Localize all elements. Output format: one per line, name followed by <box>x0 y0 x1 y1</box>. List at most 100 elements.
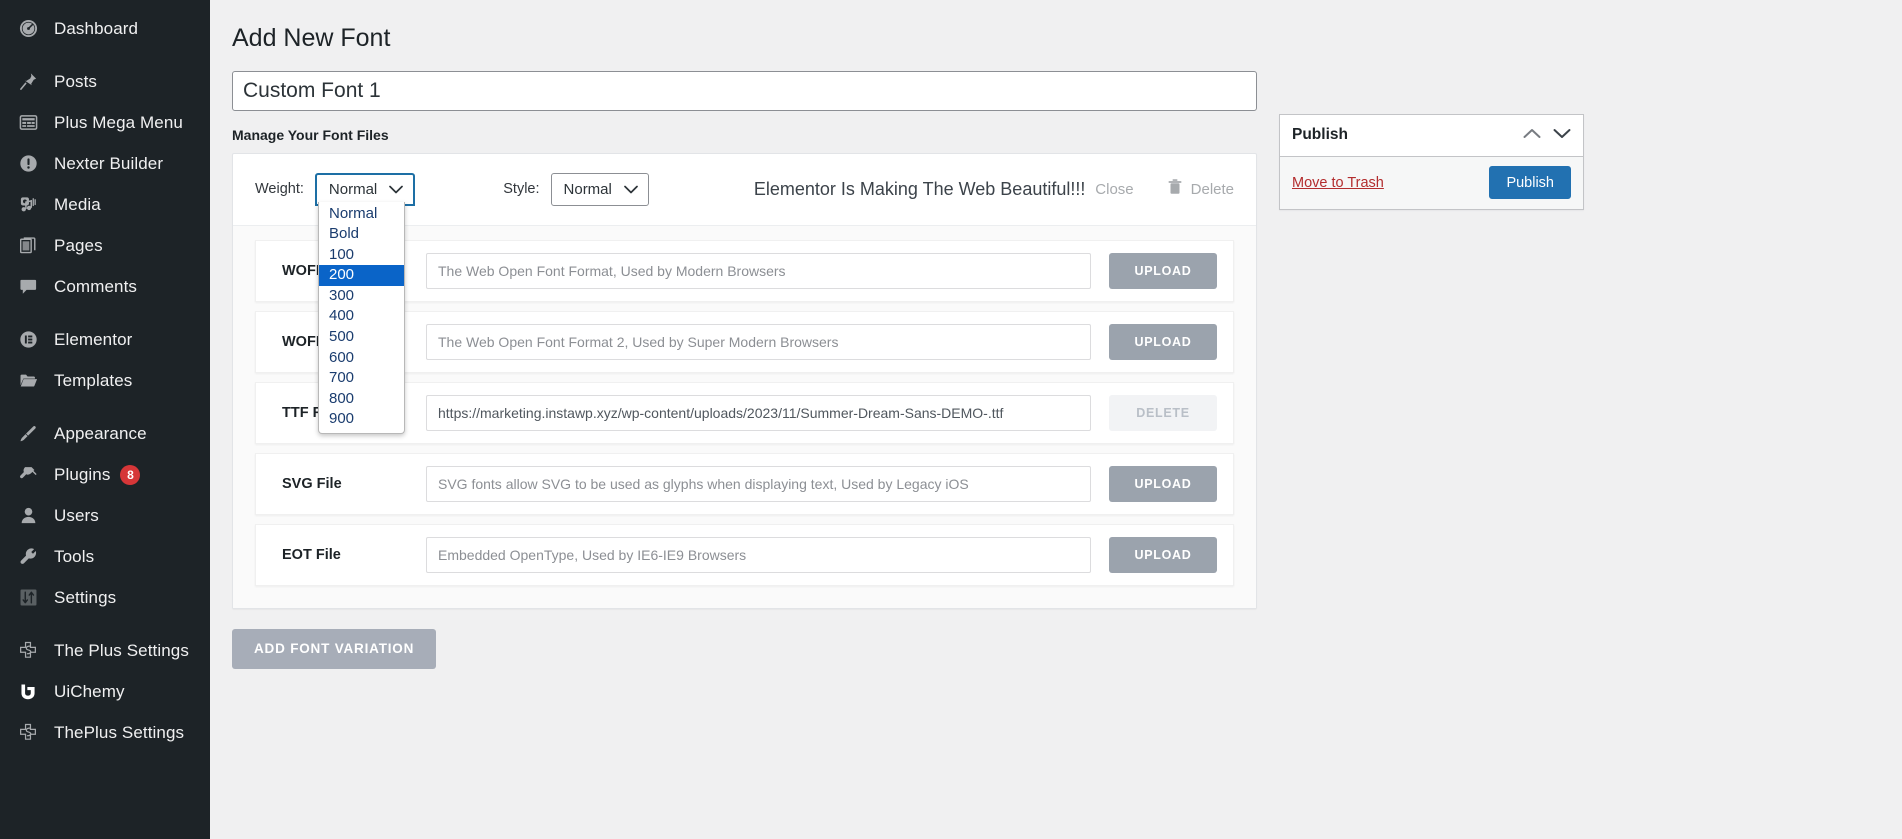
delete-variation-label: Delete <box>1190 180 1234 198</box>
chevron-down-icon[interactable] <box>1553 126 1571 144</box>
move-to-trash-link[interactable]: Move to Trash <box>1292 175 1384 191</box>
uichemy-icon <box>14 682 42 701</box>
publish-box-body: Move to Trash Publish <box>1280 156 1583 209</box>
sidebar-item-media[interactable]: Media <box>0 184 210 225</box>
delete-file-button[interactable]: DELETE <box>1109 394 1217 431</box>
sidebar-item-pages[interactable]: Pages <box>0 225 210 266</box>
sliders-icon <box>14 588 42 607</box>
upload-file-button[interactable]: UPLOAD <box>1109 252 1217 289</box>
style-select-value: Normal <box>563 180 612 198</box>
main-content: Add New Font Manage Your Font Files Weig… <box>210 0 1902 839</box>
editor-column: Manage Your Font Files Weight: Normal St… <box>232 70 1257 669</box>
weight-option-normal[interactable]: Normal <box>319 204 404 225</box>
delete-variation-button[interactable]: Delete <box>1168 179 1234 199</box>
sidebar-item-label: Plugins <box>54 464 111 484</box>
publish-box: Publish Move to Trash Publish <box>1279 113 1584 210</box>
sidebar-item-label: Templates <box>54 370 133 390</box>
elementor-icon <box>14 330 42 349</box>
sidebar-item-plugins[interactable]: Plugins 8 <box>0 454 210 495</box>
sidebar-column: Publish Move to Trash Publish <box>1279 71 1584 210</box>
weight-dropdown-list[interactable]: Normal Bold 100 200 300 400 500 600 700 800 900 <box>318 201 405 435</box>
sidebar-divider <box>0 401 210 413</box>
sidebar-item-label: UiChemy <box>54 681 125 701</box>
font-file-label: SVG File <box>282 475 342 492</box>
sidebar-item-label: Appearance <box>54 423 147 443</box>
user-icon <box>14 506 42 525</box>
font-file-url-input[interactable] <box>426 465 1091 502</box>
publish-box-controls <box>1523 126 1571 144</box>
comment-icon <box>14 277 42 296</box>
font-file-url-input[interactable] <box>426 323 1091 360</box>
admin-page: Dashboard Posts Plus Mega Menu Nexter Build… <box>0 0 1902 839</box>
font-file-row: SVG File UPLOAD <box>255 452 1234 515</box>
publish-box-header: Publish <box>1280 115 1583 157</box>
weight-option-600[interactable]: 600 <box>319 348 404 369</box>
weight-option-500[interactable]: 500 <box>319 327 404 348</box>
upload-file-button[interactable]: UPLOAD <box>1109 323 1217 360</box>
weight-option-400[interactable]: 400 <box>319 306 404 327</box>
upload-file-button[interactable]: UPLOAD <box>1109 536 1217 573</box>
weight-option-200[interactable]: 200 <box>319 265 404 286</box>
variation-actions: Close Delete <box>1095 179 1234 199</box>
mega-menu-icon <box>14 113 42 132</box>
font-file-label: EOT File <box>282 546 341 563</box>
font-name-input[interactable] <box>232 70 1257 111</box>
sidebar-item-label: Pages <box>54 235 103 255</box>
sidebar-divider <box>0 618 210 630</box>
sidebar-item-plus-mega-menu[interactable]: Plus Mega Menu <box>0 102 210 143</box>
weight-option-700[interactable]: 700 <box>319 368 404 389</box>
sidebar-item-settings[interactable]: Settings <box>0 577 210 618</box>
weight-option-bold[interactable]: Bold <box>319 224 404 245</box>
sidebar-item-uichemy[interactable]: UiChemy <box>0 671 210 712</box>
weight-option-800[interactable]: 800 <box>319 389 404 410</box>
sidebar-item-templates[interactable]: Templates <box>0 360 210 401</box>
sidebar-item-tools[interactable]: Tools <box>0 536 210 577</box>
pages-icon <box>14 236 42 255</box>
sidebar-item-badge: 8 <box>120 464 141 485</box>
sidebar-item-label: Posts <box>54 71 98 91</box>
weight-select[interactable]: Normal <box>314 172 416 206</box>
sidebar-item-label: Elementor <box>54 329 133 349</box>
upload-file-button[interactable]: UPLOAD <box>1109 465 1217 502</box>
brush-icon <box>14 424 42 443</box>
weight-option-100[interactable]: 100 <box>319 245 404 266</box>
dashboard-icon <box>14 19 42 38</box>
admin-sidebar: Dashboard Posts Plus Mega Menu Nexter Build… <box>0 0 210 839</box>
sidebar-item-label: Dashboard <box>54 18 139 38</box>
font-file-url-input[interactable] <box>426 252 1091 289</box>
font-preview-text: Elementor Is Making The Web Beautiful!!! <box>753 178 1086 199</box>
font-file-url-input[interactable] <box>426 536 1091 573</box>
sidebar-item-theplus-settings[interactable]: ThePlus Settings <box>0 712 210 753</box>
sidebar-item-label: Nexter Builder <box>54 153 164 173</box>
variation-header: Weight: Normal Style: Normal Elementor I… <box>233 154 1256 435</box>
publish-box-title: Publish <box>1292 126 1348 143</box>
publish-button[interactable]: Publish <box>1489 166 1571 199</box>
style-select[interactable]: Normal <box>550 172 649 206</box>
sidebar-item-nexter-builder[interactable]: Nexter Builder <box>0 143 210 184</box>
font-variation-card: Weight: Normal Style: Normal Elementor I… <box>232 152 1257 609</box>
plug-icon <box>14 465 42 484</box>
weight-label: Weight: <box>255 181 304 197</box>
sidebar-item-dashboard[interactable]: Dashboard <box>0 8 210 49</box>
sidebar-divider <box>0 307 210 319</box>
sidebar-item-comments[interactable]: Comments <box>0 266 210 307</box>
pin-icon <box>14 72 42 91</box>
sidebar-item-label: Plus Mega Menu <box>54 112 183 132</box>
weight-option-900[interactable]: 900 <box>319 409 404 430</box>
sidebar-item-appearance[interactable]: Appearance <box>0 413 210 454</box>
sidebar-item-users[interactable]: Users <box>0 495 210 536</box>
chevron-up-icon[interactable] <box>1523 126 1541 144</box>
sidebar-item-label: The Plus Settings <box>54 640 189 660</box>
sidebar-item-elementor[interactable]: Elementor <box>0 319 210 360</box>
sidebar-divider <box>0 49 210 61</box>
add-font-variation-button[interactable]: ADD FONT VARIATION <box>232 628 437 669</box>
sidebar-item-posts[interactable]: Posts <box>0 61 210 102</box>
folder-icon <box>14 371 42 390</box>
weight-option-300[interactable]: 300 <box>319 286 404 307</box>
sidebar-item-label: Users <box>54 505 99 525</box>
close-variation-button[interactable]: Close <box>1095 181 1133 198</box>
plus-addons-icon <box>14 641 42 661</box>
font-file-url-input[interactable] <box>426 394 1091 431</box>
sidebar-item-the-plus-settings[interactable]: The Plus Settings <box>0 630 210 671</box>
trash-icon <box>1168 179 1182 199</box>
